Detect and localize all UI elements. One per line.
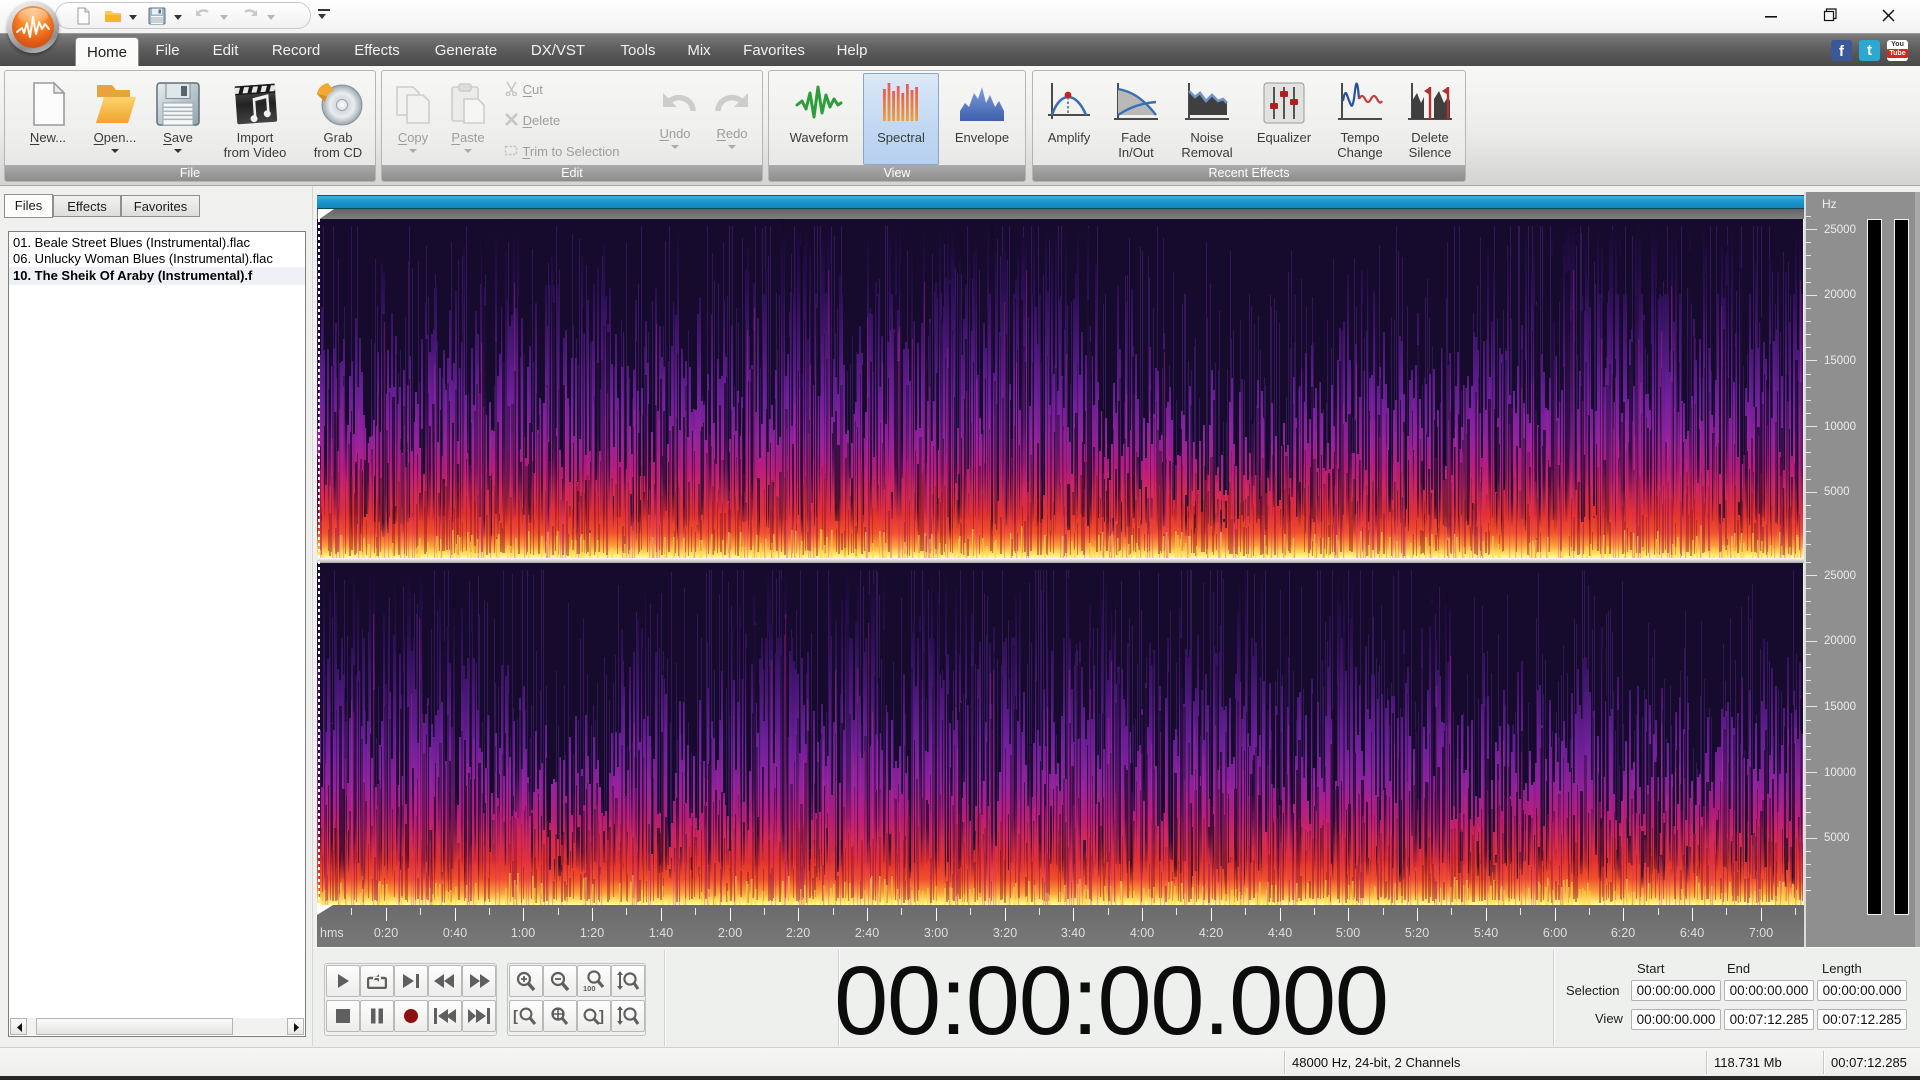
svg-text:100: 100 [583, 984, 596, 992]
svg-text:]: ] [599, 1008, 604, 1025]
svg-text:[: [ [513, 1008, 518, 1025]
